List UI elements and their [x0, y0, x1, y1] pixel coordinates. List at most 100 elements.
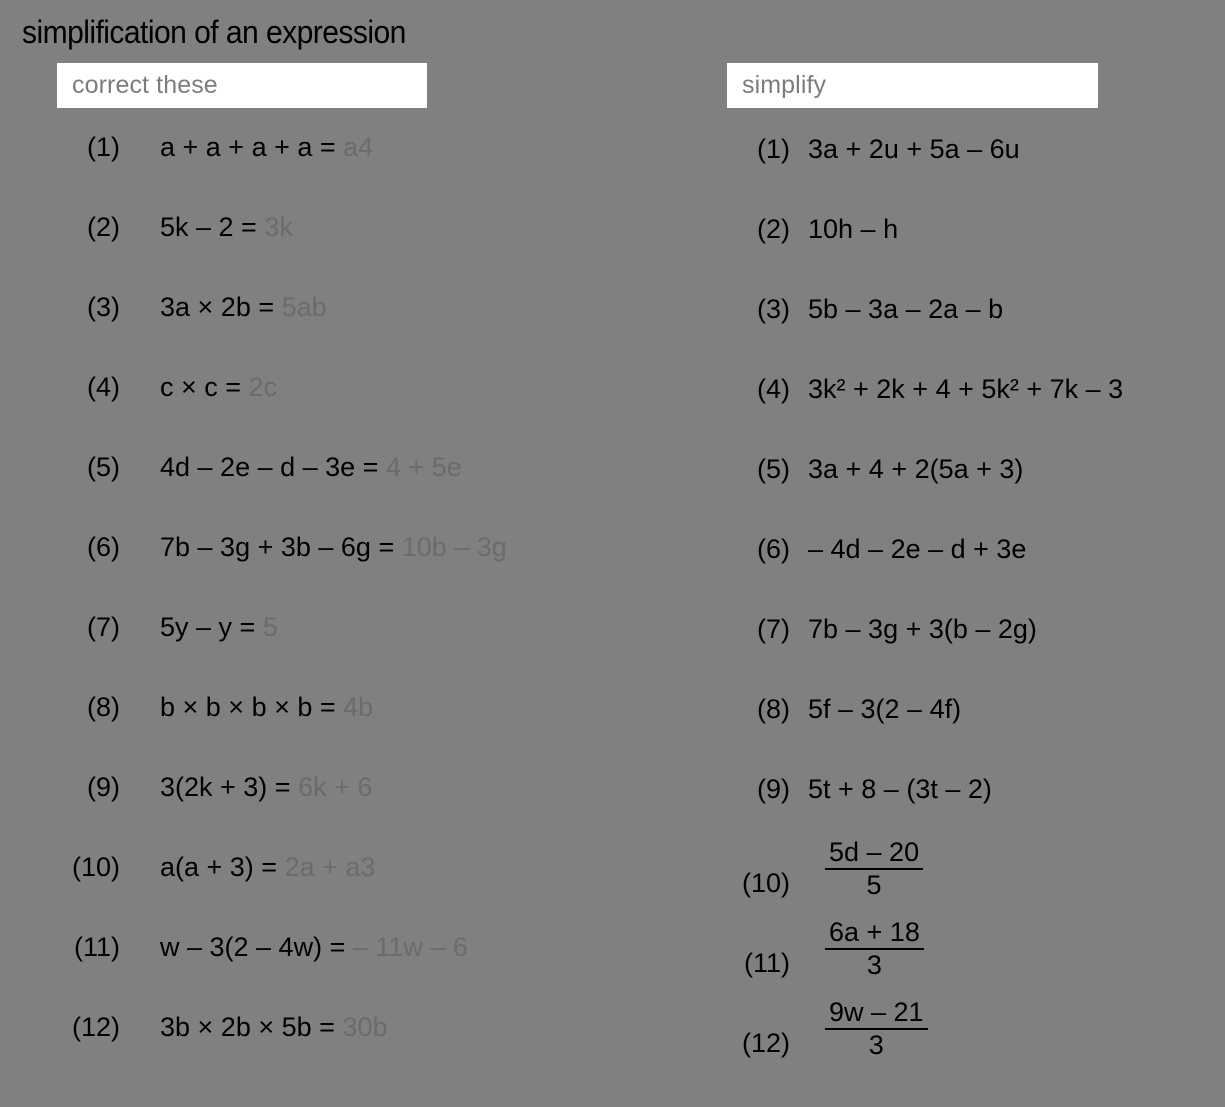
list-item: (12) 9w – 21 3: [700, 997, 1225, 1088]
item-expression: 3b × 2b × 5b = 30b: [160, 1012, 387, 1043]
list-item: (6) – 4d – 2e – d + 3e: [700, 528, 1225, 608]
list-item: (8) b × b × b × b = 4b: [0, 688, 700, 768]
answer-text: 2c: [248, 372, 278, 402]
item-expression: c × c = 2c: [160, 372, 277, 403]
list-item: (5) 4d – 2e – d – 3e = 4 + 5e: [0, 448, 700, 528]
answer-text: 5ab: [281, 292, 327, 322]
item-expression: 3a + 2u + 5a – 6u: [808, 134, 1020, 164]
list-item: (4) 3k² + 2k + 4 + 5k² + 7k – 3: [700, 368, 1225, 448]
expression-text: b × b × b × b =: [160, 692, 344, 722]
item-expression: a(a + 3) = 2a + a3: [160, 852, 375, 883]
item-expression: 5b – 3a – 2a – b: [808, 294, 1004, 324]
item-number: (11): [743, 948, 790, 978]
item-number: (5): [757, 454, 790, 484]
list-item: (7) 7b – 3g + 3(b – 2g): [700, 608, 1225, 688]
item-number: (9): [757, 774, 790, 804]
item-expression: 5f – 3(2 – 4f): [808, 694, 962, 724]
item-fraction: 6a + 18 3: [825, 917, 924, 981]
fraction-denominator: 3: [868, 1030, 884, 1061]
page-title: simplification of an expression: [22, 14, 406, 50]
item-expression: 5t + 8 – (3t – 2): [808, 774, 992, 804]
list-item: (10) a(a + 3) = 2a + a3: [0, 848, 700, 928]
item-expression: 7b – 3g + 3b – 6g = 10b – 3g: [160, 532, 507, 563]
list-item: (3) 3a × 2b = 5ab: [0, 288, 700, 368]
answer-text: – 11w – 6: [352, 932, 468, 962]
fraction-numerator: 9w – 21: [825, 997, 928, 1031]
header-box-correct-these: correct these: [57, 63, 427, 108]
expression-text: 3b × 2b × 5b =: [160, 1012, 343, 1042]
expression-text: a + a + a + a =: [160, 132, 344, 162]
item-number: (8): [757, 694, 790, 724]
list-item: (2) 5k – 2 = 3k: [0, 208, 700, 288]
item-number: (7): [757, 614, 790, 644]
answer-text: 3k: [264, 212, 293, 242]
item-number: (4): [757, 374, 790, 404]
item-expression: 3a × 2b = 5ab: [160, 292, 327, 323]
item-expression: – 4d – 2e – d + 3e: [808, 534, 1027, 564]
list-item: (11) w – 3(2 – 4w) = – 11w – 6: [0, 928, 700, 1008]
answer-text: 2a + a3: [284, 852, 376, 882]
item-expression: 4d – 2e – d – 3e = 4 + 5e: [160, 452, 462, 483]
item-expression: 7b – 3g + 3(b – 2g): [808, 614, 1037, 644]
answer-text: 10b – 3g: [401, 532, 507, 562]
item-number: (10): [71, 852, 120, 882]
item-number: (3): [757, 294, 790, 324]
expression-text: 5y – y =: [160, 612, 263, 642]
item-number: (7): [87, 612, 120, 642]
answer-text: a4: [343, 132, 374, 162]
fraction-denominator: 3: [866, 950, 882, 981]
item-expression: 10h – h: [808, 214, 899, 244]
list-item: (12) 3b × 2b × 5b = 30b: [0, 1008, 700, 1088]
list-item: (1) a + a + a + a = a4: [0, 128, 700, 208]
item-number: (6): [87, 532, 120, 562]
list-item: (9) 3(2k + 3) = 6k + 6: [0, 768, 700, 848]
item-expression: 5k – 2 = 3k: [160, 212, 293, 243]
list-item: (6) 7b – 3g + 3b – 6g = 10b – 3g: [0, 528, 700, 608]
item-number: (4): [87, 372, 120, 402]
item-number: (1): [87, 132, 120, 162]
item-number: (8): [87, 692, 120, 722]
list-item: (1) 3a + 2u + 5a – 6u: [700, 128, 1225, 208]
header-label-simplify: simplify: [742, 71, 827, 99]
expression-text: w – 3(2 – 4w) =: [160, 932, 353, 962]
item-expression: 3a + 4 + 2(5a + 3): [808, 454, 1024, 484]
item-expression: w – 3(2 – 4w) = – 11w – 6: [160, 932, 468, 963]
item-number: (12): [71, 1012, 120, 1042]
list-item: (8) 5f – 3(2 – 4f): [700, 688, 1225, 768]
item-fraction: 5d – 20 5: [825, 837, 924, 901]
expression-text: 3(2k + 3) =: [160, 772, 299, 802]
simplify-list: (1) 3a + 2u + 5a – 6u (2) 10h – h (3) 5b…: [700, 128, 1225, 1088]
item-expression: 3(2k + 3) = 6k + 6: [160, 772, 372, 803]
item-expression: a + a + a + a = a4: [160, 132, 373, 163]
list-item: (7) 5y – y = 5: [0, 608, 700, 688]
item-number: (6): [757, 534, 790, 564]
list-item: (9) 5t + 8 – (3t – 2): [700, 768, 1225, 848]
item-number: (5): [87, 452, 120, 482]
list-item: (11) 6a + 18 3: [700, 917, 1225, 1008]
fraction-denominator: 5: [866, 870, 882, 901]
expression-text: c × c =: [160, 372, 249, 402]
item-number: (10): [741, 868, 790, 898]
item-number: (1): [757, 134, 790, 164]
list-item: (3) 5b – 3a – 2a – b: [700, 288, 1225, 368]
item-number: (11): [73, 932, 120, 962]
expression-text: 3a × 2b =: [160, 292, 282, 322]
item-number: (3): [87, 292, 120, 322]
expression-text: a(a + 3) =: [160, 852, 285, 882]
fraction-numerator: 6a + 18: [825, 917, 924, 951]
answer-text: 6k + 6: [298, 772, 373, 802]
expression-text: 7b – 3g + 3b – 6g =: [160, 532, 402, 562]
item-number: (2): [87, 212, 120, 242]
item-number: (9): [87, 772, 120, 802]
list-item: (10) 5d – 20 5: [700, 837, 1225, 928]
item-fraction: 9w – 21 3: [825, 997, 928, 1061]
expression-text: 5k – 2 =: [160, 212, 265, 242]
correct-these-list: (1) a + a + a + a = a4 (2) 5k – 2 = 3k (…: [0, 128, 700, 1088]
answer-text: 5: [262, 612, 278, 642]
answer-text: 30b: [342, 1012, 388, 1042]
item-number: (12): [741, 1028, 790, 1058]
list-item: (2) 10h – h: [700, 208, 1225, 288]
expression-text: 4d – 2e – d – 3e =: [160, 452, 386, 482]
header-label-correct-these: correct these: [72, 71, 218, 99]
answer-text: 4b: [343, 692, 374, 722]
